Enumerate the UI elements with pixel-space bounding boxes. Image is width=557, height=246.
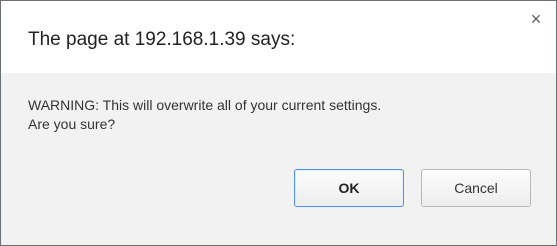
close-icon[interactable]: × [528,10,544,28]
message-line-warning: WARNING: This will overwrite all of your… [28,97,382,113]
ok-button[interactable]: OK [294,169,404,207]
dialog-title: The page at 192.168.1.39 says: [28,29,296,50]
cancel-button[interactable]: Cancel [421,169,531,207]
dialog-header: The page at 192.168.1.39 says: × [1,1,556,73]
dialog-message: WARNING: This will overwrite all of your… [28,96,381,134]
message-line-question: Are you sure? [28,116,116,132]
dialog-body: WARNING: This will overwrite all of your… [1,73,556,245]
confirm-dialog: The page at 192.168.1.39 says: × WARNING… [0,0,557,246]
